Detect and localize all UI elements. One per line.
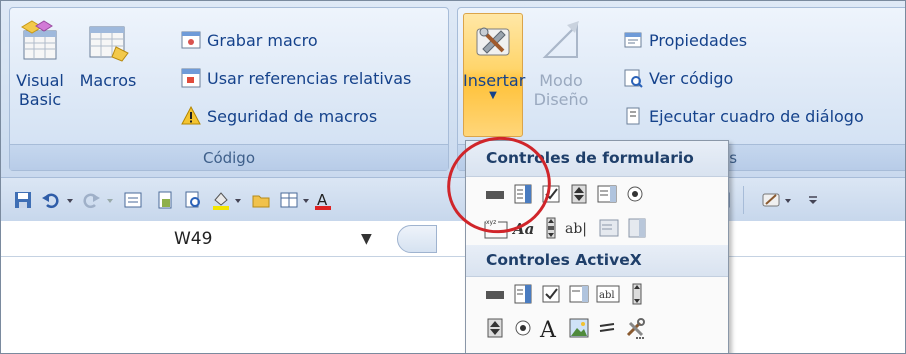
activex-label-icon[interactable]: A [538, 317, 564, 339]
grabar-macro-button[interactable]: Grabar macro [181, 27, 318, 53]
ver-codigo-label: Ver código [649, 68, 734, 88]
undo-dropdown-icon[interactable] [65, 190, 75, 210]
table-dropdown-icon[interactable] [301, 190, 311, 210]
insertar-label: Insertar [463, 71, 526, 90]
grabar-macro-label: Grabar macro [207, 30, 318, 50]
seguridad-macros-button[interactable]: Seguridad de macros [181, 103, 377, 129]
seguridad-macros-label: Seguridad de macros [207, 106, 378, 126]
toolbar-separator [743, 186, 744, 214]
name-box-value: W49 [174, 229, 213, 249]
activex-list-box-icon[interactable] [568, 283, 590, 305]
tools-dropdown-icon[interactable] [783, 190, 793, 210]
insertar-button[interactable]: Insertar ▼ [463, 19, 526, 102]
propiedades-label: Propiedades [649, 30, 748, 50]
activex-controls-header: Controles ActiveX [466, 245, 728, 277]
activex-checkbox-icon[interactable] [540, 283, 562, 305]
activex-controls-row-1: abl [466, 277, 728, 311]
formula-bar: W49 ▼ [1, 221, 905, 257]
spin-button-control-icon[interactable] [568, 183, 590, 205]
excel-window: Código Visual Basic Macros Grabar macro … [0, 0, 906, 354]
text-field-control-icon[interactable]: ab| [564, 217, 594, 239]
print-preview-icon[interactable] [183, 190, 203, 210]
combo-dropdown-edit-control-icon[interactable] [626, 217, 648, 239]
ribbon: Código Visual Basic Macros Grabar macro … [1, 1, 905, 177]
name-box[interactable]: W49 ▼ [9, 223, 391, 255]
macros-button[interactable]: Macros [73, 19, 143, 90]
record-macro-icon [181, 31, 201, 49]
design-mode-icon [542, 21, 579, 58]
svg-text:A: A [539, 318, 557, 339]
ver-codigo-button[interactable]: Ver código [623, 65, 733, 91]
svg-text:abl: abl [599, 290, 615, 301]
codigo-group-label: Código [10, 144, 448, 170]
view-code-icon [624, 69, 643, 88]
table-icon[interactable] [279, 190, 299, 210]
macros-icon [89, 26, 129, 62]
visual-basic-button[interactable]: Visual Basic [11, 19, 69, 109]
option-button-control-icon[interactable] [624, 183, 646, 205]
propiedades-button[interactable]: Propiedades [623, 27, 747, 53]
combo-list-edit-control-icon[interactable] [598, 217, 620, 239]
tools-icon [476, 27, 510, 56]
activex-option-button-icon[interactable] [512, 317, 534, 339]
undo-icon[interactable] [41, 190, 61, 210]
ejecutar-dialogo-label: Ejecutar cuadro de diálogo [649, 106, 864, 126]
usar-referencias-label: Usar referencias relativas [207, 68, 412, 88]
list-box-control-icon[interactable] [596, 183, 618, 205]
svg-text:ab|: ab| [565, 221, 587, 237]
fill-color-dropdown-icon[interactable] [233, 190, 243, 210]
document-icon[interactable] [155, 190, 175, 210]
insertar-dropdown-arrow-icon: ▼ [489, 90, 497, 101]
visual-basic-label: Visual Basic [16, 71, 64, 109]
properties-icon [624, 32, 642, 48]
run-dialog-icon [626, 107, 640, 125]
fill-color-icon[interactable] [211, 190, 231, 210]
activex-controls-row-2: A [466, 311, 728, 345]
activex-text-box-icon[interactable]: abl [596, 283, 620, 305]
modo-diseno-button[interactable]: Modo Diseño [531, 19, 591, 109]
form-icon[interactable] [123, 190, 143, 210]
warning-icon [181, 106, 201, 125]
modo-diseno-label: Modo Diseño [533, 71, 589, 109]
activex-combo-box-icon[interactable] [512, 283, 534, 305]
save-icon[interactable] [13, 190, 33, 210]
font-color-icon[interactable]: A [313, 190, 333, 210]
visual-basic-icon [21, 20, 57, 60]
tools-small-icon[interactable] [761, 190, 781, 210]
ejecutar-dialogo-button[interactable]: Ejecutar cuadro de diálogo [623, 103, 864, 129]
redo-icon[interactable] [81, 190, 101, 210]
activex-image-icon[interactable] [568, 317, 590, 339]
open-folder-icon[interactable] [251, 190, 271, 210]
formula-bar-splitter[interactable] [397, 225, 437, 253]
redo-dropdown-icon[interactable] [105, 190, 115, 210]
activex-scroll-bar-icon[interactable] [626, 283, 648, 305]
relative-references-icon [181, 68, 201, 88]
macros-label: Macros [79, 71, 137, 90]
usar-referencias-button[interactable]: Usar referencias relativas [181, 65, 411, 91]
name-box-dropdown-icon[interactable]: ▼ [361, 231, 372, 247]
activex-button-icon[interactable] [484, 283, 506, 305]
activex-spin-button-icon[interactable] [484, 317, 506, 339]
customize-toolbar-icon[interactable] [807, 190, 819, 210]
scroll-bar-control-icon[interactable] [540, 217, 562, 239]
activex-more-controls-icon[interactable] [624, 317, 646, 339]
activex-toggle-button-icon[interactable] [596, 317, 618, 339]
